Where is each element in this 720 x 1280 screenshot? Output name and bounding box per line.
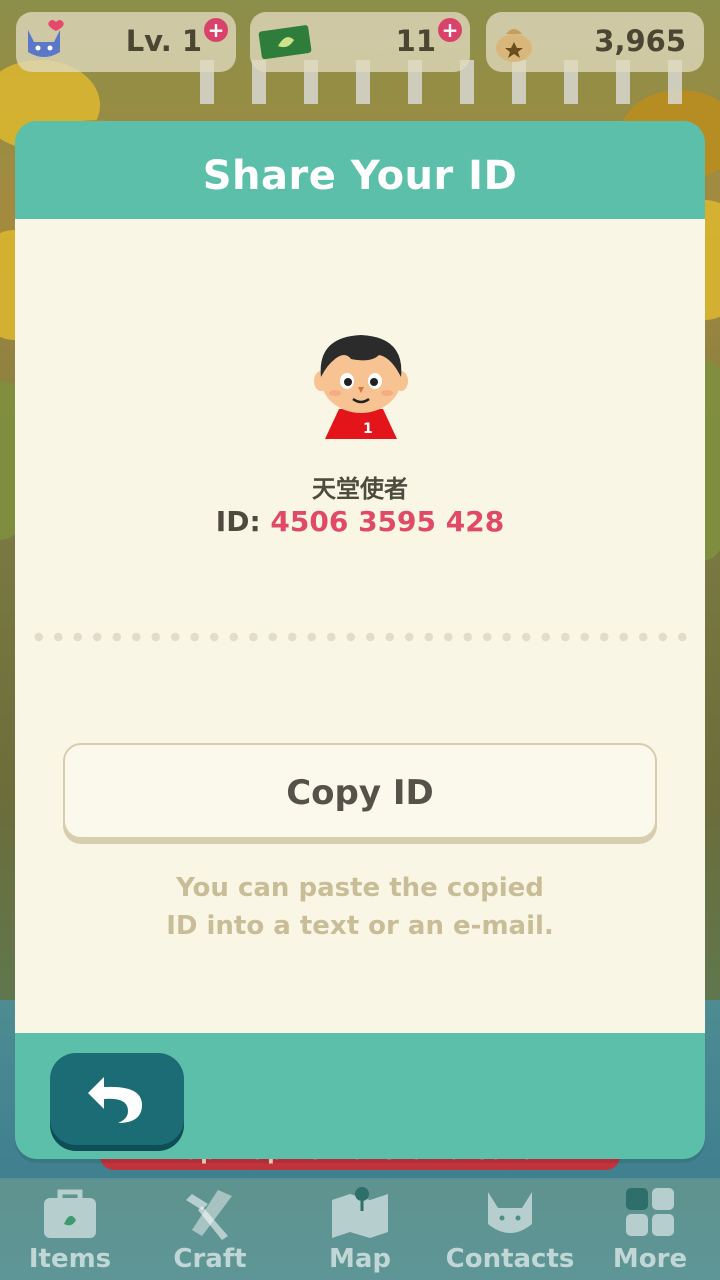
bag-icon (44, 1189, 96, 1238)
tickets-count: 11 (395, 24, 436, 58)
grid-icon (626, 1188, 674, 1236)
nav-item-more[interactable]: More (580, 1178, 720, 1280)
copy-id-button[interactable]: Copy ID (63, 743, 657, 839)
leaf-tickets-display[interactable]: 11 + (250, 12, 470, 72)
leaf-ticket-icon (258, 25, 312, 60)
bottom-nav: Items Craft Map Contacts More (0, 1178, 720, 1280)
player-id-line: ID: 4506 3595 428 (15, 505, 705, 538)
back-button[interactable] (50, 1053, 184, 1145)
dotted-divider (29, 631, 691, 643)
nav-label-contacts: Contacts (445, 1244, 575, 1274)
dialog-title: Share Your ID (202, 153, 518, 199)
bells-count: 3,965 (594, 24, 686, 58)
player-avatar: 1 (314, 335, 408, 439)
undo-arrow-icon (88, 1077, 142, 1123)
nav-item-items[interactable]: Items (0, 1178, 140, 1280)
nav-label-more: More (612, 1244, 688, 1274)
nav-item-craft[interactable]: Craft (140, 1178, 280, 1280)
add-tickets-icon[interactable]: + (438, 18, 462, 42)
nav-item-map[interactable]: Map (290, 1178, 430, 1280)
share-id-dialog: Share Your ID 1 天堂使者 ID: 4506 3595 428 C… (15, 121, 705, 1159)
copy-hint-text: You can paste the copied ID into a text … (15, 869, 705, 945)
level-display[interactable]: Lv. 1 + (16, 12, 236, 72)
dialog-header: Share Your ID (15, 121, 705, 219)
player-id-number: 4506 3595 428 (270, 505, 505, 538)
copy-hint-line1: You can paste the copied (176, 873, 544, 903)
bells-display: 3,965 (486, 12, 704, 72)
nav-label-map: Map (328, 1244, 392, 1274)
cat-face-icon (488, 1192, 532, 1233)
nav-item-contacts[interactable]: Contacts (440, 1178, 580, 1280)
cat-heart-icon (28, 20, 64, 57)
svg-text:1: 1 (363, 421, 373, 437)
dialog-body: 1 天堂使者 ID: 4506 3595 428 Copy ID You can… (15, 219, 705, 1033)
level-info-icon[interactable]: + (204, 18, 228, 42)
level-label: Lv. 1 (125, 24, 202, 58)
nav-label-craft: Craft (173, 1244, 247, 1274)
nav-label-items: Items (28, 1244, 112, 1274)
bell-bag-icon (496, 29, 532, 62)
copy-hint-line2: ID into a text or an e-mail. (166, 911, 554, 941)
player-id-prefix: ID: (215, 505, 271, 538)
player-name: 天堂使者 (312, 475, 408, 503)
map-icon (332, 1187, 388, 1238)
hammer-saw-icon (186, 1190, 232, 1240)
copy-id-label: Copy ID (286, 773, 434, 813)
